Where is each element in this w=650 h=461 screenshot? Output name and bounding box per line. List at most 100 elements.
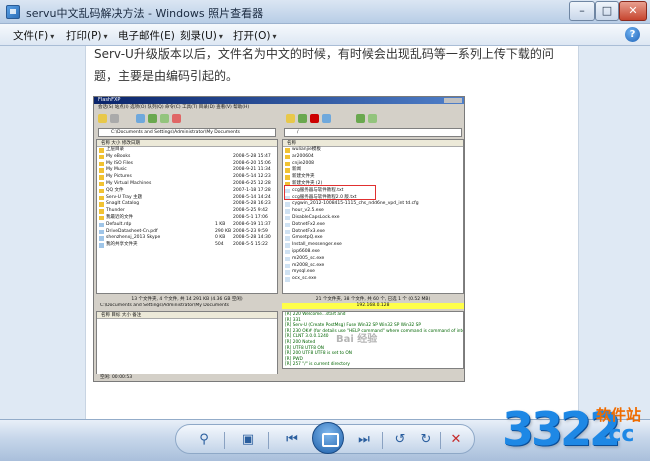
folder-icon (99, 148, 104, 153)
ss-remote-file-row: mysql.exe (283, 269, 463, 276)
menu-file[interactable]: 文件(F) ▾ (13, 28, 54, 43)
slideshow-icon (312, 422, 344, 454)
playback-controls: ⚲ ▣ ⏮ ⏭ ↺ ↻ ✕ (175, 422, 475, 455)
file-name: QQ 文件 (106, 187, 124, 193)
help-icon[interactable]: ? (625, 27, 640, 42)
refresh-icon (136, 114, 145, 123)
flashfxp-screenshot: FlashFXP 会话(S) 站点(I) 选项(O) 队列(Q) 命令(C) 工… (93, 96, 465, 382)
rotate-right-icon[interactable]: ↻ (416, 425, 436, 455)
ss-left-status: 13 个文件夹, 4 个文件, 共 14 291 KB (4.36 GB 空闲) (96, 296, 278, 303)
ss-left-list: 上层目录 My eBooks 2008-5-28 15:47 My ISO Files… (97, 147, 277, 249)
file-name: m2005_sc.exe (292, 255, 325, 261)
file-date: 2008-5-1 17:06 (233, 214, 268, 220)
go-icon (368, 114, 377, 123)
file-icon (285, 243, 290, 248)
ss-highlight-box (284, 185, 376, 200)
folder-icon (285, 168, 290, 173)
ss-remote-file-row: hour_v2.5.exe (283, 208, 463, 215)
delete-icon (310, 114, 319, 123)
site-logo: 3322 软件站 .cc (500, 398, 650, 461)
ss-left-toolbar (96, 111, 278, 127)
file-date: 2007-1-18 17:28 (233, 187, 271, 193)
file-name: 我最近的文件 (106, 214, 133, 220)
file-name: My eBooks (106, 153, 131, 159)
ss-left-status-path: C:\Documents and Settings\Administrator\… (96, 303, 278, 309)
menu-print[interactable]: 打印(P) ▾ (66, 28, 108, 43)
menu-file-label: 文件(F) (13, 30, 49, 42)
file-icon (285, 202, 290, 207)
file-name: DotnetFx2.exe (292, 221, 325, 227)
file-name: 我的共享文件夹 (106, 242, 138, 248)
logo-domain: .cc (600, 422, 635, 447)
transfer-icon (356, 114, 365, 123)
window-title: servu中文乱码解决方法 - Windows 照片查看器 (26, 7, 264, 20)
ss-remote-file-row: DisableCapsLock.exe (283, 215, 463, 222)
folder-icon (99, 181, 104, 187)
ss-title-text: FlashFXP (98, 97, 121, 103)
file-icon (285, 270, 290, 275)
chevron-down-icon: ▾ (50, 32, 55, 41)
minimize-button[interactable]: – (569, 1, 595, 21)
ss-remote-file-row: Install_messenger.exe (283, 242, 463, 249)
title-bar: servu中文乱码解决方法 - Windows 照片查看器 – □ ✕ (0, 0, 650, 24)
file-name: m2008_sc.exe (292, 262, 325, 268)
file-icon (99, 236, 104, 241)
file-name: ipp6608.exe (292, 248, 320, 254)
folder-icon (99, 154, 104, 160)
folder-icon (285, 154, 290, 160)
file-icon (99, 222, 104, 228)
folder-icon (285, 148, 290, 153)
file-date: 2008-5-25 9:42 (233, 208, 268, 214)
chevron-down-icon: ▾ (103, 32, 108, 41)
folder-icon (99, 188, 104, 194)
next-icon[interactable]: ⏭ (352, 425, 376, 455)
menu-burn-label: 刻录(U) (180, 30, 217, 42)
ss-queue-pane: 名称 目标 大小 备注 (96, 311, 278, 375)
folder-icon (285, 175, 290, 180)
ss-remote-file-row: m2005_sc.exe (283, 256, 463, 263)
file-name: mysql.exe (292, 269, 315, 275)
image-viewport[interactable]: Serv-U升级版本以后，文件名为中文的时候，有时候会出现乱码等一系列上传下载的… (0, 46, 650, 419)
folder-icon (99, 161, 104, 167)
actual-size-icon[interactable]: ▣ (236, 425, 260, 455)
delete-icon[interactable]: ✕ (446, 425, 466, 455)
ss-local-file-row: QQ 文件 2007-1-18 17:28 (97, 188, 277, 195)
chevron-down-icon: ▾ (218, 32, 223, 41)
ss-right-header: 名称 (283, 140, 463, 147)
ss-right-toolbar (282, 111, 464, 127)
menu-email[interactable]: 电子邮件(E) (118, 28, 175, 43)
zoom-icon[interactable]: ⚲ (192, 425, 216, 455)
file-name: Serv-U Tray 主题 (106, 194, 143, 200)
file-name: 新建文件夹 (292, 174, 315, 180)
file-name: Default.rdp (106, 221, 132, 227)
file-date: 2008-6-19 11:37 (233, 221, 271, 227)
rotate-left-icon[interactable]: ↺ (390, 425, 410, 455)
file-name: hour_v2.5.exe (292, 208, 324, 214)
menu-burn[interactable]: 刻录(U) ▾ (180, 28, 223, 43)
disconnect-icon (110, 114, 119, 123)
file-size: 504 (215, 242, 224, 248)
ss-remote-file-row: ocx_sc.exe (283, 276, 463, 283)
divider (268, 432, 269, 449)
ss-right-status: 21 个文件夹, 38 个文件, 共 60 个, 已选 1 个 (0.52 MB… (282, 296, 464, 303)
ss-right-path: / (284, 128, 462, 137)
ss-local-file-row: Thunder 2008-5-25 9:42 (97, 208, 277, 215)
maximize-button[interactable]: □ (595, 1, 619, 21)
baidu-watermark: Bai 经验 (336, 334, 378, 345)
folder-icon (99, 215, 104, 221)
menu-open[interactable]: 打开(O) ▾ (233, 28, 276, 43)
close-button[interactable]: ✕ (619, 1, 647, 21)
file-icon (285, 249, 290, 255)
ss-local-file-row: My Virtual Machines 2008-6-25 12:28 (97, 181, 277, 188)
slideshow-button[interactable] (312, 422, 344, 455)
divider (224, 432, 225, 449)
file-date: 2008-6-25 12:28 (233, 180, 271, 186)
file-name: cnjie2008 (292, 160, 315, 166)
file-name: My Music (106, 167, 127, 173)
previous-icon[interactable]: ⏮ (280, 425, 304, 455)
ss-remote-file-row: ar200604 (283, 154, 463, 161)
file-name: GmsetpQ.exe (292, 235, 323, 241)
log-line: [R] 257 "/" is current directory (285, 362, 350, 368)
file-icon (285, 263, 290, 269)
chevron-down-icon: ▾ (272, 32, 277, 41)
